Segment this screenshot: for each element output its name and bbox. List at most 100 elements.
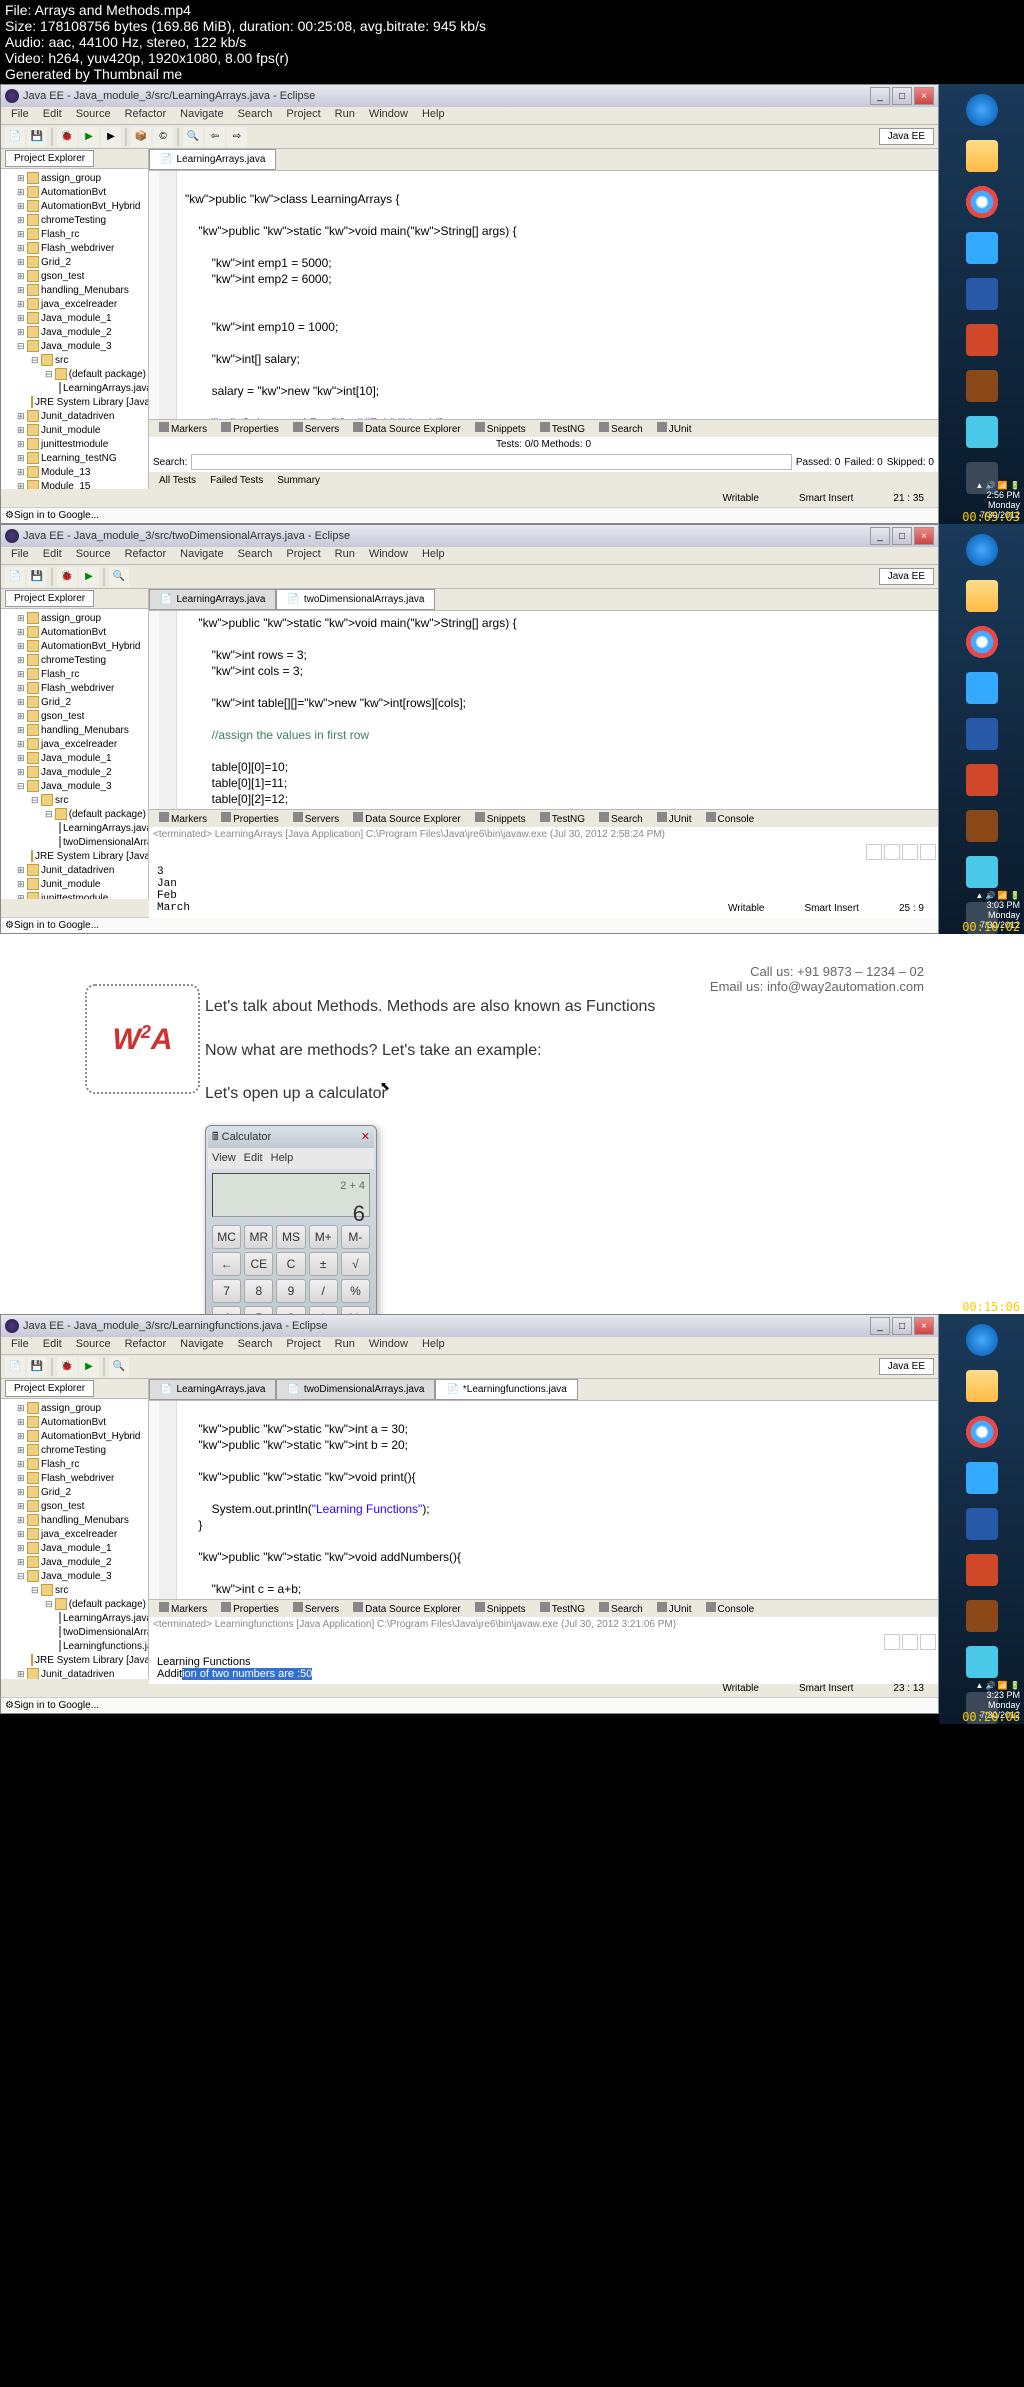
menu-file[interactable]: File bbox=[5, 1337, 35, 1354]
perspective-button[interactable]: Java EE bbox=[879, 128, 934, 145]
tree-item[interactable]: JRE System Library [JavaSE-1.6] bbox=[3, 1653, 146, 1667]
tree-item[interactable]: ⊞handling_Menubars bbox=[3, 283, 146, 297]
editor-tab-learning-arrays[interactable]: 📄LearningArrays.java bbox=[149, 1379, 276, 1400]
calc-btn-M+[interactable]: M+ bbox=[309, 1225, 338, 1249]
menu-run[interactable]: Run bbox=[329, 107, 361, 124]
tree-item[interactable]: ⊞Grid_2 bbox=[3, 1485, 146, 1499]
windows-taskbar[interactable]: ▲ 🔊 📶 🔋3:03 PMMonday7/30/2012 bbox=[939, 524, 1024, 934]
word-icon[interactable] bbox=[966, 1508, 998, 1540]
bottom-tab[interactable]: TestNG bbox=[534, 1600, 591, 1617]
tree-item[interactable]: ⊞Java_module_1 bbox=[3, 311, 146, 325]
bottom-tab[interactable]: Data Source Explorer bbox=[347, 1600, 467, 1617]
maximize-button[interactable]: □ bbox=[892, 1317, 912, 1335]
tree-item[interactable]: ⊞Flash_webdriver bbox=[3, 1471, 146, 1485]
calc-btn-M-[interactable]: M- bbox=[341, 1225, 370, 1249]
editor-tab-learning-arrays[interactable]: 📄LearningArrays.java bbox=[149, 149, 276, 170]
calc-btn-/[interactable]: / bbox=[309, 1279, 338, 1303]
tree-item[interactable]: ⊟(default package) bbox=[3, 367, 146, 381]
sub-tab[interactable]: Failed Tests bbox=[204, 473, 269, 488]
menu-edit[interactable]: Edit bbox=[37, 547, 68, 564]
save-icon[interactable]: 💾 bbox=[27, 1357, 47, 1377]
tree-item[interactable]: ⊞java_excelreader bbox=[3, 737, 146, 751]
perspective-button[interactable]: Java EE bbox=[879, 568, 934, 585]
tree-item[interactable]: LearningArrays.java bbox=[3, 1611, 146, 1625]
tree-item[interactable]: ⊞chromeTesting bbox=[3, 1443, 146, 1457]
calc-btn-9[interactable]: 9 bbox=[276, 1279, 305, 1303]
bottom-tab[interactable]: Properties bbox=[215, 1600, 285, 1617]
tree-item[interactable]: LearningArrays.java bbox=[3, 821, 146, 835]
editor-tab-twodim[interactable]: 📄twoDimensionalArrays.java bbox=[276, 589, 435, 610]
tree-item[interactable]: ⊞Java_module_2 bbox=[3, 325, 146, 339]
menu-run[interactable]: Run bbox=[329, 1337, 361, 1354]
search-icon[interactable]: 🔍 bbox=[183, 127, 203, 147]
ie-icon[interactable] bbox=[966, 232, 998, 264]
search-icon[interactable]: 🔍 bbox=[109, 1357, 129, 1377]
bottom-tab[interactable]: Servers bbox=[287, 1600, 345, 1617]
menu-source[interactable]: Source bbox=[70, 107, 117, 124]
explorer-icon[interactable] bbox=[966, 580, 998, 612]
tree-item[interactable]: ⊞Flash_webdriver bbox=[3, 681, 146, 695]
project-explorer-tab[interactable]: Project Explorer bbox=[5, 1380, 94, 1397]
tree-item[interactable]: ⊞handling_Menubars bbox=[3, 723, 146, 737]
menu-search[interactable]: Search bbox=[232, 547, 279, 564]
menu-source[interactable]: Source bbox=[70, 1337, 117, 1354]
sub-tab[interactable]: Summary bbox=[271, 473, 326, 488]
project-tree[interactable]: ⊞assign_group⊞AutomationBvt⊞AutomationBv… bbox=[1, 169, 148, 489]
calc-btn-7[interactable]: 7 bbox=[212, 1279, 241, 1303]
menu-navigate[interactable]: Navigate bbox=[174, 547, 229, 564]
tree-item[interactable]: ⊞gson_test bbox=[3, 1499, 146, 1513]
tree-item[interactable]: JRE System Library [JavaSE-1.6] bbox=[3, 849, 146, 863]
run-icon[interactable]: ▶ bbox=[79, 127, 99, 147]
tree-item[interactable]: ⊟Java_module_3 bbox=[3, 1569, 146, 1583]
chrome-icon[interactable] bbox=[966, 186, 998, 218]
powerpoint-icon[interactable] bbox=[966, 1554, 998, 1586]
search-icon[interactable]: 🔍 bbox=[109, 567, 129, 587]
app-icon[interactable] bbox=[966, 810, 998, 842]
new-icon[interactable]: 📄 bbox=[5, 1357, 25, 1377]
minimize-button[interactable]: _ bbox=[870, 527, 890, 545]
tree-item[interactable]: ⊞Java_module_2 bbox=[3, 1555, 146, 1569]
menu-edit[interactable]: Edit bbox=[37, 107, 68, 124]
menu-navigate[interactable]: Navigate bbox=[174, 107, 229, 124]
nav-icon[interactable]: ⇦ bbox=[205, 127, 225, 147]
calc-btn-√[interactable]: √ bbox=[341, 1252, 370, 1276]
tree-item[interactable]: ⊞Module_15 bbox=[3, 479, 146, 489]
tree-item[interactable]: ⊞chromeTesting bbox=[3, 653, 146, 667]
calc-btn-←[interactable]: ← bbox=[212, 1252, 241, 1276]
menu-project[interactable]: Project bbox=[280, 1337, 326, 1354]
menu-search[interactable]: Search bbox=[232, 1337, 279, 1354]
run-icon[interactable]: ▶ bbox=[79, 567, 99, 587]
start-button[interactable] bbox=[966, 94, 998, 126]
tree-item[interactable]: ⊞AutomationBvt bbox=[3, 1415, 146, 1429]
bottom-tab[interactable]: Properties bbox=[215, 810, 285, 827]
menu-project[interactable]: Project bbox=[280, 107, 326, 124]
tree-item[interactable]: twoDimensionalArrays.java bbox=[3, 835, 146, 849]
explorer-icon[interactable] bbox=[966, 1370, 998, 1402]
app-icon[interactable] bbox=[966, 1646, 998, 1678]
tree-item[interactable]: ⊞Grid_2 bbox=[3, 255, 146, 269]
tree-item[interactable]: ⊞Java_module_2 bbox=[3, 765, 146, 779]
bottom-tab[interactable]: Console bbox=[700, 1600, 761, 1617]
tree-item[interactable]: ⊞junittestmodule bbox=[3, 891, 146, 899]
new-icon[interactable]: 📄 bbox=[5, 567, 25, 587]
close-button[interactable]: × bbox=[914, 1317, 934, 1335]
tree-item[interactable]: ⊟(default package) bbox=[3, 1597, 146, 1611]
save-icon[interactable]: 💾 bbox=[27, 567, 47, 587]
tree-item[interactable]: ⊟Java_module_3 bbox=[3, 779, 146, 793]
tree-item[interactable]: ⊞chromeTesting bbox=[3, 213, 146, 227]
signin-bar[interactable]: ⚙ Sign in to Google... bbox=[1, 1697, 938, 1713]
menu-window[interactable]: Window bbox=[363, 1337, 414, 1354]
debug-icon[interactable]: 🐞 bbox=[57, 127, 77, 147]
perspective-button[interactable]: Java EE bbox=[879, 1358, 934, 1375]
powerpoint-icon[interactable] bbox=[966, 764, 998, 796]
calc-btn-±[interactable]: ± bbox=[309, 1252, 338, 1276]
maximize-button[interactable]: □ bbox=[892, 87, 912, 105]
chrome-icon[interactable] bbox=[966, 1416, 998, 1448]
windows-taskbar[interactable]: ▲ 🔊 📶 🔋 2:56 PMMonday7/30/2012 bbox=[939, 84, 1024, 524]
tree-item[interactable]: ⊞java_excelreader bbox=[3, 297, 146, 311]
bottom-tab[interactable]: JUnit bbox=[651, 1600, 698, 1617]
calc-btn-C[interactable]: C bbox=[276, 1252, 305, 1276]
menu-help[interactable]: Help bbox=[416, 547, 451, 564]
bottom-tab[interactable]: Markers bbox=[153, 1600, 213, 1617]
ie-icon[interactable] bbox=[966, 672, 998, 704]
